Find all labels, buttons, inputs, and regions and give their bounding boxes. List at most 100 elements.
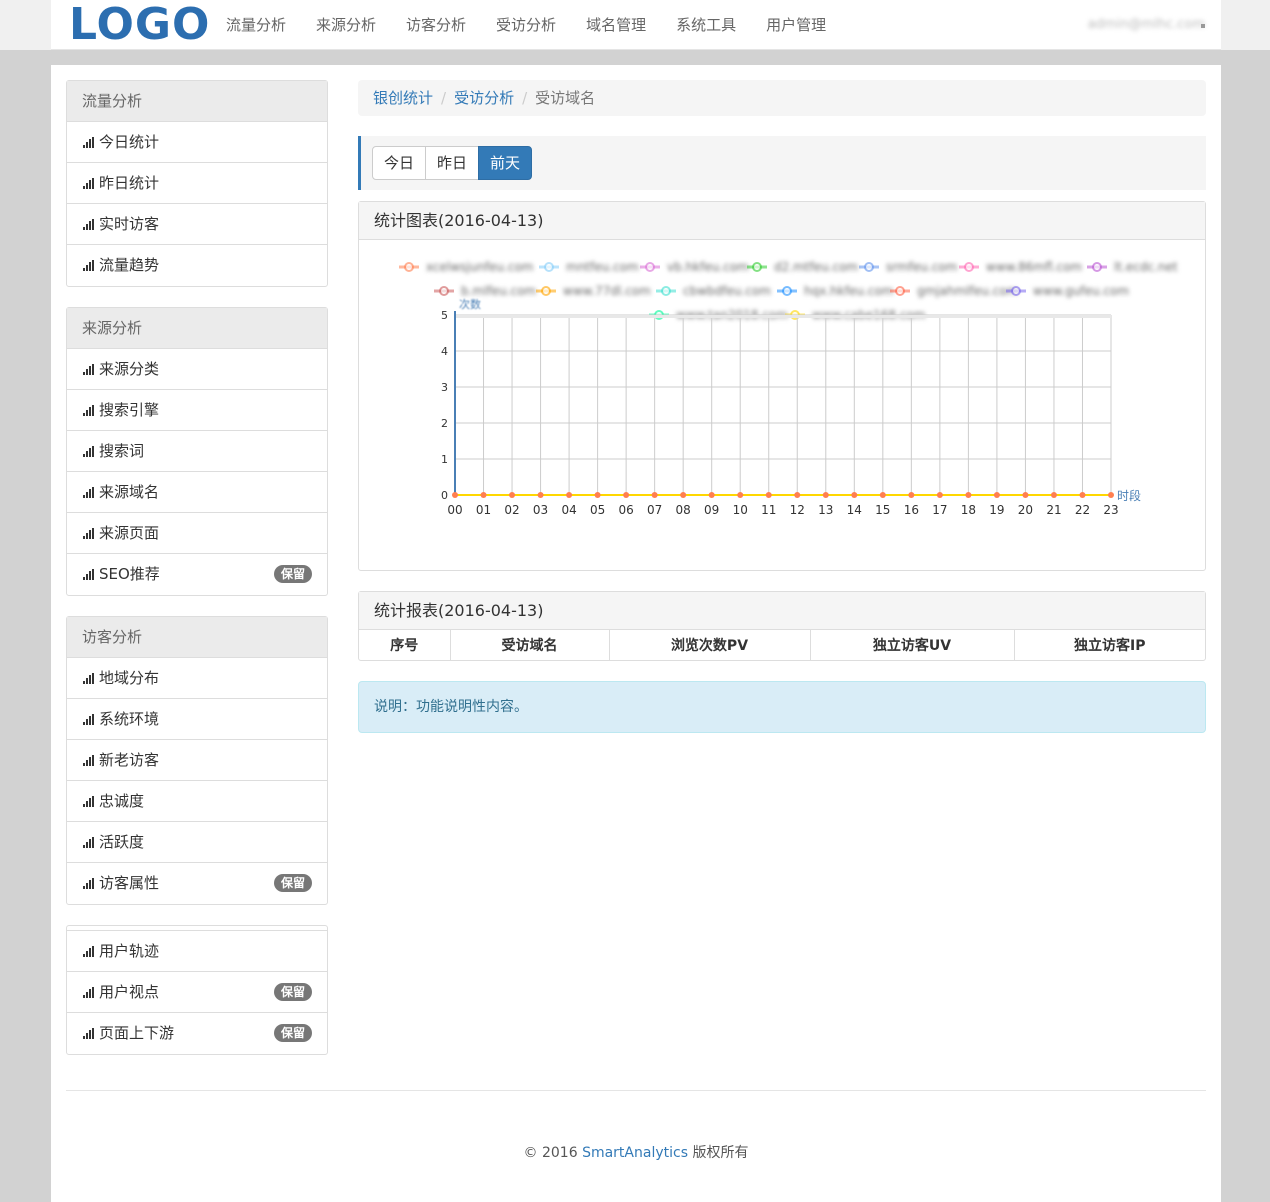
yesterday-button[interactable]: 昨日 <box>425 146 480 180</box>
data-point <box>1079 492 1086 498</box>
sidebar-item[interactable]: 搜索引擎 <box>67 390 327 431</box>
reserved-badge: 保留 <box>273 1024 312 1042</box>
data-point <box>965 492 972 498</box>
x-tick-label: 17 <box>932 503 947 517</box>
y-tick-label: 3 <box>441 381 448 394</box>
caret-down-icon[interactable] <box>1201 24 1205 28</box>
sidebar-group: 访客分析地域分布系统环境 新老访客 忠诚度 活跃度 访客属性 保留 <box>66 616 328 905</box>
day-toolbar: 今日 昨日 前天 <box>358 136 1206 190</box>
breadcrumb-home[interactable]: 银创统计 <box>373 89 433 107</box>
user-menu[interactable]: admin@mlhc.com <box>1088 0 1205 50</box>
sidebar-item-label: 用户视点 <box>99 983 160 1001</box>
data-point <box>623 492 630 498</box>
footer: © 2016 SmartAnalytics 版权所有 <box>51 1142 1221 1162</box>
sidebar-item[interactable]: 访客属性 保留 <box>67 863 327 904</box>
nav-item-visited[interactable]: 受访分析 <box>481 0 571 50</box>
y-tick-label: 2 <box>441 417 448 430</box>
logo[interactable]: LOGO <box>69 0 210 50</box>
sidebar-item[interactable]: 页面上下游 保留 <box>67 1013 327 1054</box>
nav-item-visitor[interactable]: 访客分析 <box>391 0 481 50</box>
column-header-uv[interactable]: 独立访客UV <box>810 630 1015 660</box>
sidebar-item[interactable]: 来源页面 <box>67 513 327 554</box>
sidebar-group: 流量分析 今日统计 昨日统计 实时访客 流量趋势 <box>66 80 328 287</box>
footer-brand-link[interactable]: SmartAnalytics <box>582 1145 688 1161</box>
breadcrumb-section[interactable]: 受访分析 <box>454 89 514 107</box>
column-header-index[interactable]: 序号 <box>359 630 451 660</box>
data-point <box>566 492 573 498</box>
sidebar-item[interactable]: 忠诚度 <box>67 781 327 822</box>
nav-item-tools[interactable]: 系统工具 <box>661 0 751 50</box>
sidebar-item-label: 访客属性 <box>99 874 160 892</box>
nav-item-users[interactable]: 用户管理 <box>751 0 841 50</box>
x-tick-label: 15 <box>875 503 890 517</box>
signal-bars-icon <box>83 714 96 725</box>
sidebar-item[interactable]: 今日统计 <box>67 122 327 163</box>
sidebar-item[interactable]: 活跃度 <box>67 822 327 863</box>
legend-marker <box>661 286 671 296</box>
report-panel: 统计报表(2016-04-13) 序号 受访域名 浏览次数PV 独立访客UV 独… <box>358 591 1206 661</box>
nav-item-source[interactable]: 来源分析 <box>301 0 391 50</box>
breadcrumb-separator: / <box>441 89 447 107</box>
sidebar-item[interactable]: 昨日统计 <box>67 163 327 204</box>
footer-divider <box>66 1090 1206 1091</box>
sidebar-item[interactable]: 系统环境 <box>67 699 327 740</box>
x-axis-label: 时段 <box>1117 488 1141 503</box>
x-tick-label: 22 <box>1075 503 1090 517</box>
nav-item-domain[interactable]: 域名管理 <box>571 0 661 50</box>
sidebar-group-heading: 流量分析 <box>67 81 327 122</box>
signal-bars-icon <box>83 137 96 148</box>
signal-bars-icon <box>83 178 96 189</box>
legend-label: mntfeu.com <box>566 260 639 274</box>
x-tick-label: 03 <box>533 503 548 517</box>
signal-bars-icon <box>83 1028 96 1039</box>
sidebar-item[interactable]: 来源域名 <box>67 472 327 513</box>
sidebar-item-label: 地域分布 <box>99 669 160 687</box>
sidebar-item[interactable]: 搜索词 <box>67 431 327 472</box>
sidebar-item[interactable]: 用户视点 保留 <box>67 972 327 1013</box>
legend-marker <box>645 262 655 272</box>
signal-bars-icon <box>83 219 96 230</box>
navbar: LOGO 流量分析 来源分析 访客分析 受访分析 域名管理 系统工具 用户管理 … <box>51 0 1221 50</box>
x-tick-label: 08 <box>676 503 691 517</box>
legend-label: d2.mtfeu.com <box>774 260 858 274</box>
sidebar-item[interactable]: 实时访客 <box>67 204 327 245</box>
column-header-domain[interactable]: 受访域名 <box>450 630 610 660</box>
y-tick-label: 1 <box>441 453 448 466</box>
legend-marker <box>404 262 414 272</box>
x-tick-label: 06 <box>618 503 633 517</box>
signal-bars-icon <box>83 878 96 889</box>
x-tick-label: 02 <box>504 503 519 517</box>
signal-bars-icon <box>83 673 96 684</box>
sidebar-group-heading: 访客分析 <box>67 617 327 658</box>
sidebar-item[interactable]: 地域分布 <box>67 658 327 699</box>
legend-label: cbwbdfeu.com <box>683 284 771 298</box>
data-point <box>908 492 915 498</box>
sidebar-item-label: 来源分类 <box>99 360 160 378</box>
data-point <box>708 492 715 498</box>
sidebar-item[interactable]: 新老访客 <box>67 740 327 781</box>
data-point <box>537 492 544 498</box>
legend-label: www.77dl.com <box>563 284 651 298</box>
sidebar-item-label: 搜索词 <box>99 442 145 460</box>
sidebar-item[interactable]: 用户轨迹 <box>67 931 327 972</box>
legend-marker <box>439 286 449 296</box>
legend-label: lt.ecdc.net <box>1114 260 1178 274</box>
data-point <box>1108 492 1114 498</box>
nav-item-traffic[interactable]: 流量分析 <box>211 0 301 50</box>
chart-panel-title: 统计图表(2016-04-13) <box>359 202 1205 240</box>
sidebar-item[interactable]: 来源分类 <box>67 349 327 390</box>
today-button[interactable]: 今日 <box>372 146 427 180</box>
sidebar-item[interactable]: SEO推荐 保留 <box>67 554 327 595</box>
column-header-pv[interactable]: 浏览次数PV <box>609 630 811 660</box>
legend-label: www.86mfl.com <box>986 260 1082 274</box>
signal-bars-icon <box>83 946 96 957</box>
sidebar-item-label: 页面上下游 <box>99 1024 175 1042</box>
column-header-ip[interactable]: 独立访客IP <box>1014 630 1205 660</box>
table-header-row: 序号 受访域名 浏览次数PV 独立访客UV 独立访客IP <box>359 630 1205 660</box>
legend-label: gmjahmlfeu.com <box>917 284 1018 298</box>
data-point <box>452 492 458 498</box>
sidebar-item[interactable]: 流量趋势 <box>67 245 327 286</box>
day-before-button[interactable]: 前天 <box>478 146 533 180</box>
legend-label: b.mlfeu.com <box>461 284 536 298</box>
legend-label: xcelwsjunfeu.com <box>426 260 533 274</box>
